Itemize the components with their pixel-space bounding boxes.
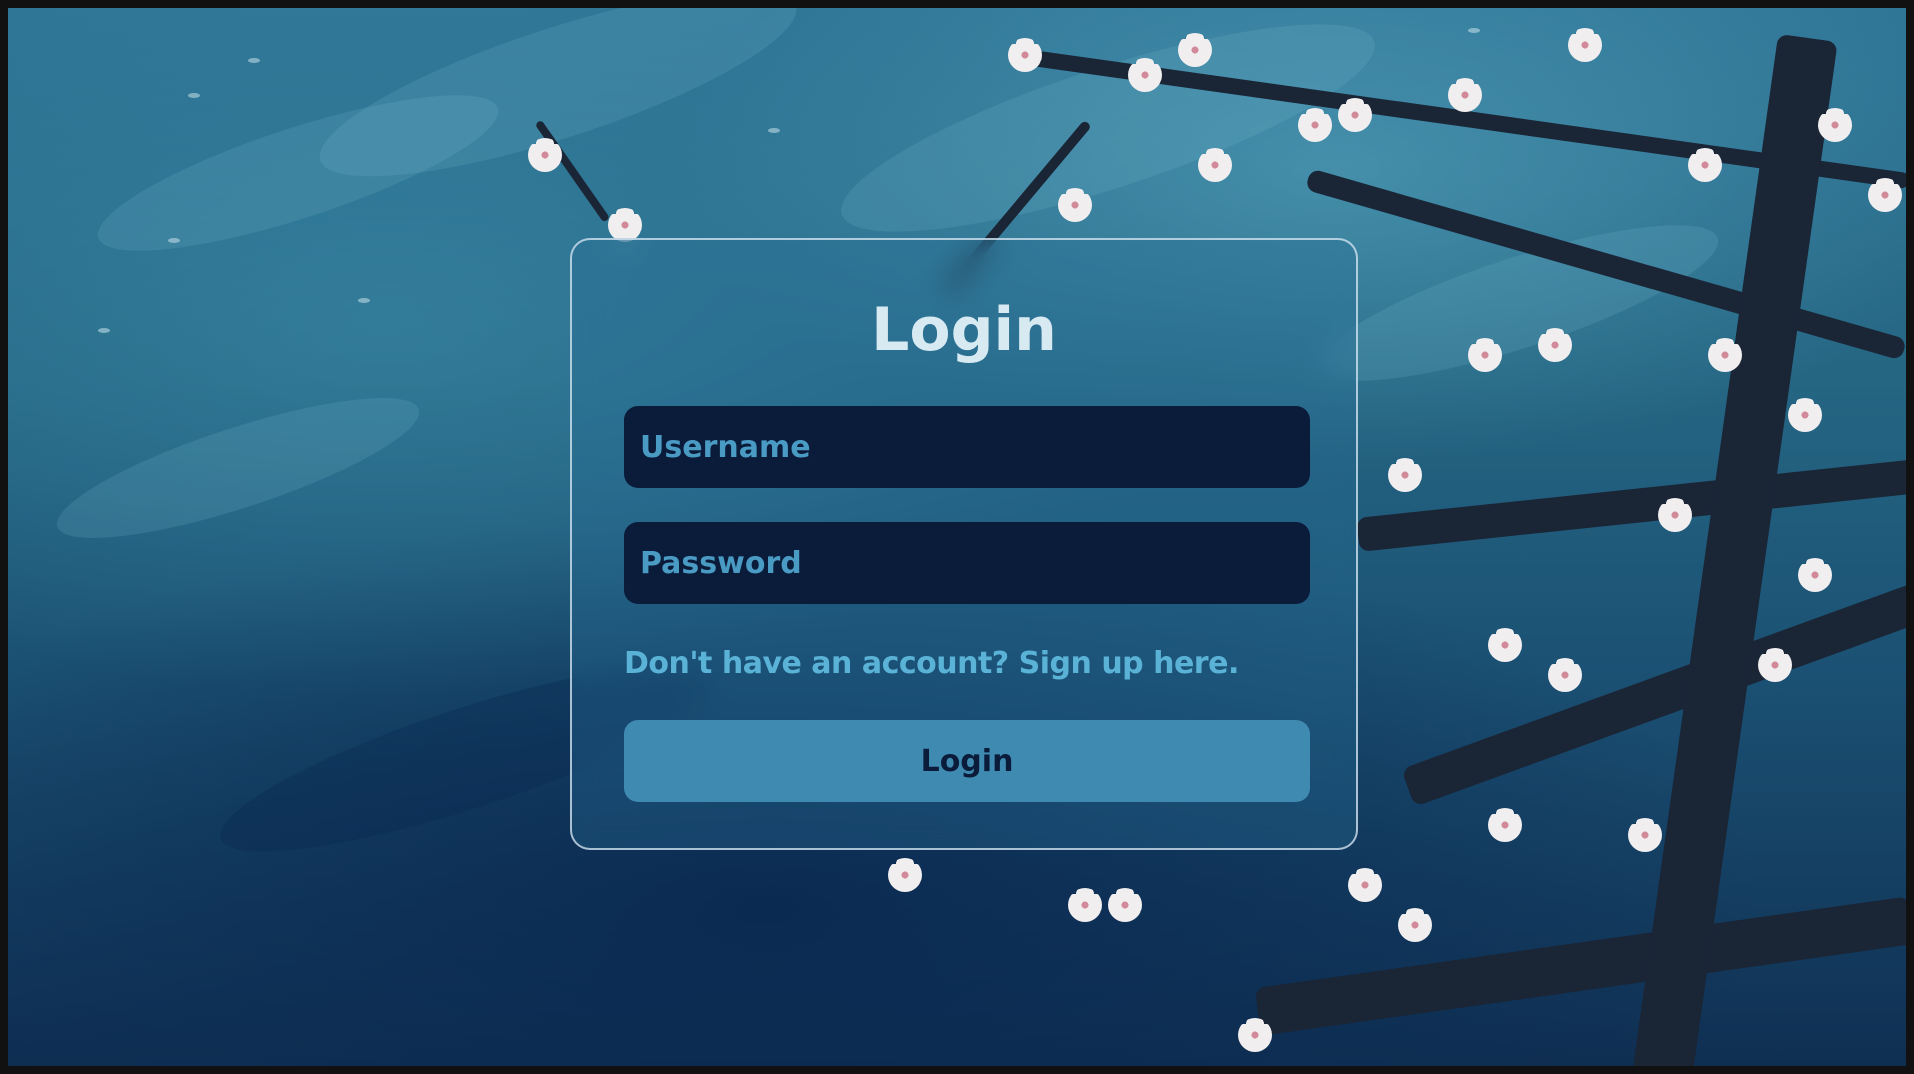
tree-branch [1401,577,1906,807]
background-artwork: Login Don't have an account? Sign up her… [8,8,1906,1066]
cherry-blossom [1628,818,1662,852]
tree-branch [1254,896,1906,1036]
cherry-blossom [1538,328,1572,362]
cherry-blossom [1238,1018,1272,1052]
username-input[interactable] [624,406,1310,488]
petal [98,328,110,333]
cherry-blossom [1448,78,1482,112]
cherry-blossom [1548,658,1582,692]
cherry-blossom [1868,178,1902,212]
cherry-blossom [1788,398,1822,432]
tree-branch [1356,455,1906,552]
cherry-blossom [1568,28,1602,62]
cherry-blossom [1108,888,1142,922]
password-input[interactable] [624,522,1310,604]
cherry-blossom [1008,38,1042,72]
background-streak [44,371,432,565]
cherry-blossom [1708,338,1742,372]
cherry-blossom [1348,868,1382,902]
petal [1468,28,1480,33]
cherry-blossom [1658,498,1692,532]
cherry-blossom [1198,148,1232,182]
cherry-blossom [528,138,562,172]
cherry-blossom [1488,628,1522,662]
cherry-blossom [1758,648,1792,682]
cherry-blossom [1398,908,1432,942]
signup-link[interactable]: Don't have an account? Sign up here. [624,646,1239,681]
cherry-blossom [1068,888,1102,922]
login-card: Login Don't have an account? Sign up her… [570,238,1358,850]
cherry-blossom [1058,188,1092,222]
cherry-blossom [1128,58,1162,92]
cherry-blossom [1818,108,1852,142]
cherry-blossom [1798,558,1832,592]
cherry-blossom [1488,808,1522,842]
cherry-blossom [1688,148,1722,182]
cherry-blossom [1298,108,1332,142]
petal [168,238,180,243]
cherry-blossom [888,858,922,892]
petal [358,298,370,303]
cherry-blossom [1178,33,1212,67]
petal [248,58,260,63]
cherry-blossom [1338,98,1372,132]
cherry-blossom [608,208,642,242]
cherry-blossom [1468,338,1502,372]
petal [768,128,780,133]
login-button[interactable]: Login [624,720,1310,802]
cherry-blossom [1388,458,1422,492]
petal [188,93,200,98]
login-title: Login [871,295,1057,365]
